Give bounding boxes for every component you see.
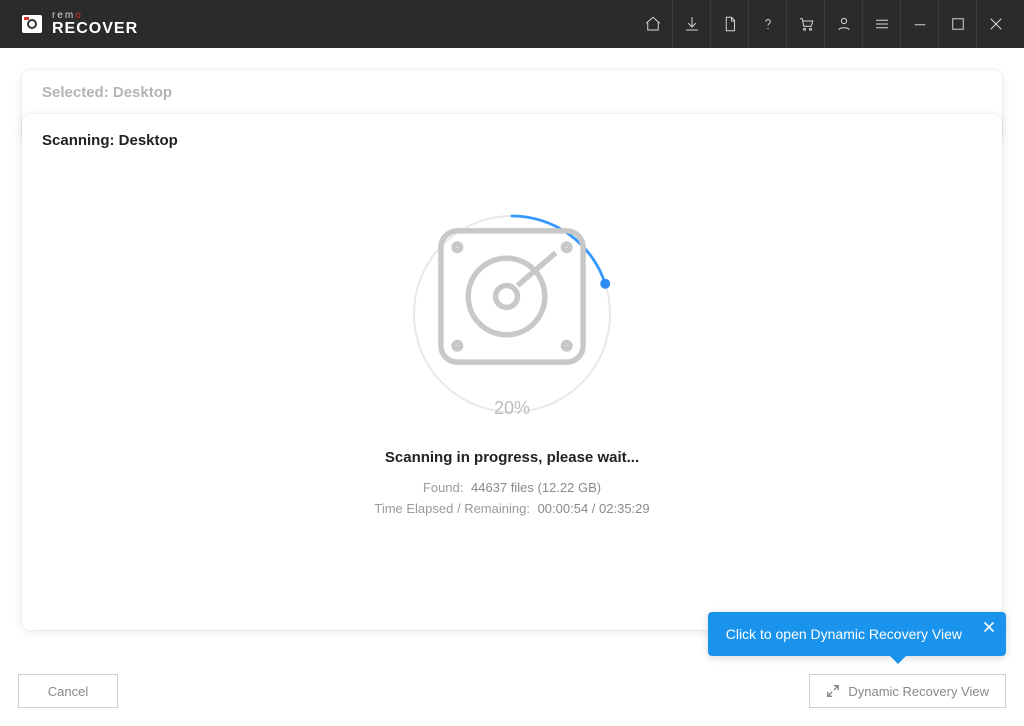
drv-tooltip-text: Click to open Dynamic Recovery View xyxy=(726,626,962,642)
time-label: Time Elapsed / Remaining: xyxy=(374,501,530,516)
scan-area: 20% Scanning in progress, please wait...… xyxy=(42,155,982,607)
content-area: Selected: Desktop Scanning: Desktop xyxy=(0,48,1024,726)
minimize-button[interactable] xyxy=(900,0,938,48)
brand-bottom: RECOVER xyxy=(52,21,138,37)
menu-button[interactable] xyxy=(862,0,900,48)
app-logo: remo RECOVER xyxy=(20,11,138,37)
drv-button-label: Dynamic Recovery View xyxy=(848,684,989,699)
panel-front-title: Scanning: Desktop xyxy=(42,132,982,149)
progress-ring: 20% xyxy=(407,209,617,419)
home-button[interactable] xyxy=(634,0,672,48)
help-button[interactable] xyxy=(748,0,786,48)
time-value: 00:00:54 / 02:35:29 xyxy=(538,501,650,516)
panel-stack: Selected: Desktop Scanning: Desktop xyxy=(22,70,1002,630)
tooltip-close-icon[interactable] xyxy=(980,618,998,636)
user-button[interactable] xyxy=(824,0,862,48)
maximize-button[interactable] xyxy=(938,0,976,48)
panel-back-title: Selected: Desktop xyxy=(42,84,172,101)
titlebar-actions xyxy=(634,0,1014,48)
cancel-button[interactable]: Cancel xyxy=(18,674,118,708)
file-button[interactable] xyxy=(710,0,748,48)
close-button[interactable] xyxy=(976,0,1014,48)
cancel-button-label: Cancel xyxy=(48,684,88,699)
found-label: Found: xyxy=(423,480,463,495)
download-button[interactable] xyxy=(672,0,710,48)
cart-button[interactable] xyxy=(786,0,824,48)
logo-text: remo RECOVER xyxy=(52,11,138,37)
found-line: Found: 44637 files (12.22 GB) xyxy=(423,480,601,495)
status-text: Scanning in progress, please wait... xyxy=(385,449,639,466)
drv-tooltip: Click to open Dynamic Recovery View xyxy=(708,612,1006,656)
expand-icon xyxy=(826,684,840,698)
found-value: 44637 files (12.22 GB) xyxy=(471,480,601,495)
panel-front: Scanning: Desktop xyxy=(22,114,1002,630)
time-line: Time Elapsed / Remaining: 00:00:54 / 02:… xyxy=(374,501,649,516)
footer: Cancel Dynamic Recovery View xyxy=(18,674,1006,708)
titlebar: remo RECOVER xyxy=(0,0,1024,48)
disk-icon xyxy=(425,192,600,402)
logo-mark-icon xyxy=(20,12,44,36)
dynamic-recovery-view-button[interactable]: Dynamic Recovery View xyxy=(809,674,1006,708)
